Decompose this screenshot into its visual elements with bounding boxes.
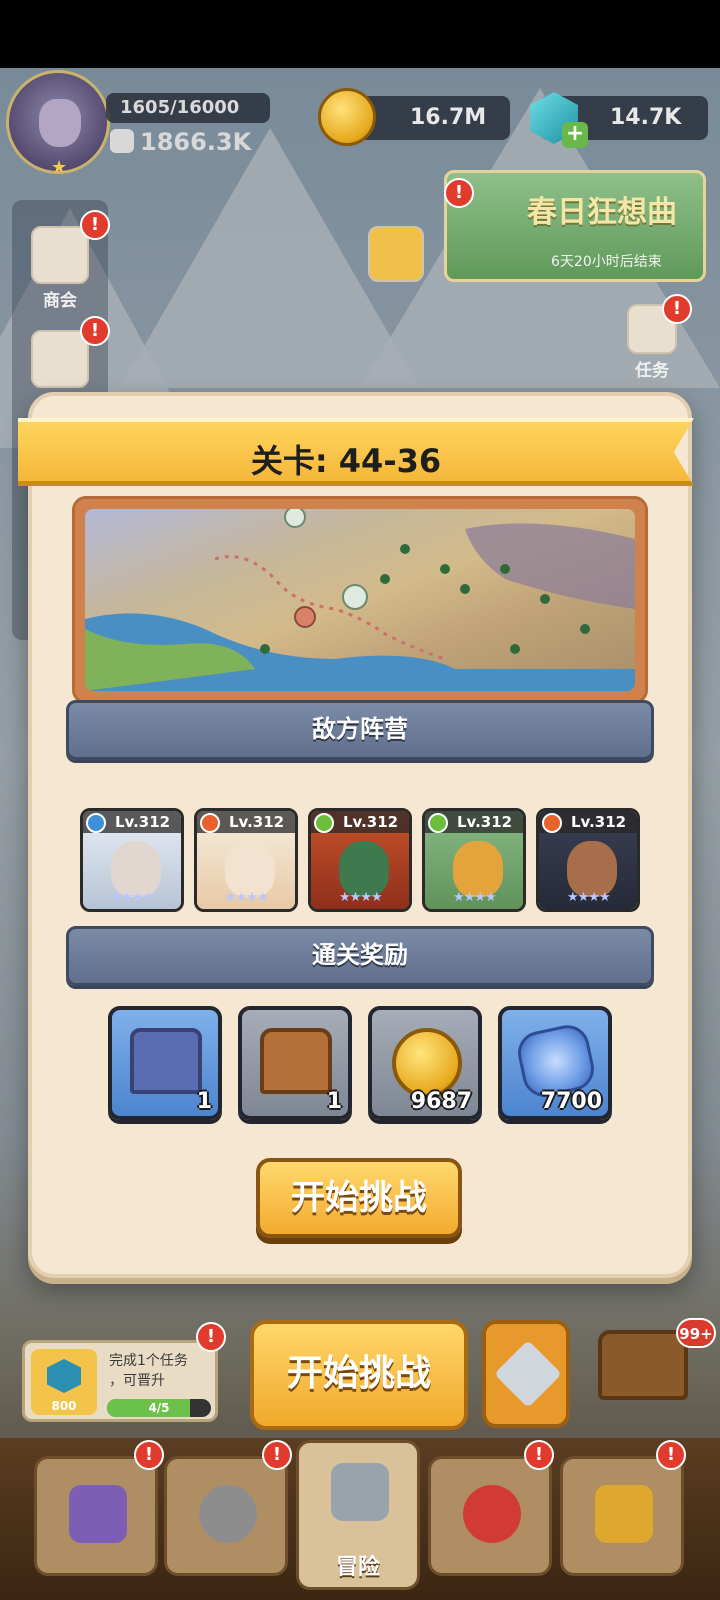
- fist-icon: [110, 129, 134, 153]
- event-title: 春日狂想曲: [527, 195, 677, 230]
- leaf-element-icon: [314, 813, 334, 833]
- leaf-element-icon: [428, 813, 448, 833]
- gold-coin-icon: [318, 88, 376, 146]
- player-avatar[interactable]: ★: [6, 70, 110, 178]
- enemy-hero-5[interactable]: Lv.312 ★★★★: [536, 808, 640, 912]
- quest-reward-icon: 800: [31, 1349, 97, 1415]
- treasure-chest-button[interactable]: [588, 1300, 698, 1410]
- enemy-section-label: 敌方阵营: [312, 715, 408, 743]
- tab-trophy-alert-badge: !: [656, 1440, 686, 1470]
- enemy-hero-2[interactable]: Lv.312 ★★★★: [194, 808, 298, 912]
- reward-section-header: 通关奖励: [66, 926, 654, 986]
- reward-slot-1[interactable]: 1: [108, 1006, 222, 1120]
- enemy-hero-stars: ★★★★: [567, 890, 611, 905]
- tab-adventure[interactable]: 冒险: [296, 1440, 420, 1590]
- reward-quantity: 1: [326, 1089, 342, 1114]
- quest-text: 完成1个任务 ，可晋升: [109, 1351, 188, 1391]
- reward-slot-2[interactable]: 1: [238, 1006, 352, 1120]
- tab-target-alert-badge: !: [524, 1440, 554, 1470]
- chest-count-badge: 99+: [676, 1318, 716, 1348]
- tab-adventure-label: 冒险: [335, 1555, 380, 1580]
- power-value: 1866.3K: [140, 128, 252, 156]
- quest-reward-amount: 800: [51, 1399, 77, 1413]
- reward-slot-4[interactable]: 7700: [498, 1006, 612, 1120]
- reward-quantity: 1: [196, 1089, 212, 1114]
- add-gems-button[interactable]: +: [562, 122, 588, 148]
- enemy-hero-4[interactable]: Lv.312 ★★★★: [422, 808, 526, 912]
- scroll-button[interactable]: [366, 226, 426, 284]
- gold-coin-icon: [392, 1028, 462, 1098]
- gift-box-icon: [31, 330, 89, 388]
- wooden-chest-icon: [260, 1028, 332, 1094]
- tab-heroes[interactable]: [34, 1456, 158, 1576]
- equipment-button[interactable]: [482, 1320, 570, 1428]
- quest-alert-badge: !: [196, 1322, 226, 1352]
- tab-heroes-alert-badge: !: [134, 1440, 164, 1470]
- quest-progress-bar: 4/5: [107, 1399, 211, 1417]
- tab-target[interactable]: [428, 1456, 552, 1576]
- fire-element-icon: [200, 813, 220, 833]
- shop-button[interactable]: 商会: [20, 226, 100, 311]
- enemy-section-header: 敌方阵营: [66, 700, 654, 760]
- crossed-swords-icon: [331, 1463, 389, 1521]
- scroll-icon: [368, 226, 424, 282]
- event-countdown: 6天20小时后结束: [551, 254, 662, 270]
- quest-text-line2: ，可晋升: [109, 1373, 165, 1389]
- trophy-icon: [595, 1485, 653, 1543]
- tab-team-alert-badge: !: [262, 1440, 292, 1470]
- enemy-hero-stars: ★★★★: [111, 890, 155, 905]
- bottom-tab-bar: 冒险: [0, 1438, 720, 1600]
- enemy-hero-stars: ★★★★: [453, 890, 497, 905]
- tasks-label: 任务: [635, 361, 669, 381]
- main-start-challenge-button[interactable]: 开始挑战: [250, 1320, 468, 1430]
- shop-icon: [31, 226, 89, 284]
- quest-card[interactable]: 800 完成1个任务 ，可晋升 4/5: [22, 1340, 218, 1422]
- enemy-hero-stars: ★★★★: [339, 890, 383, 905]
- tab-trophy[interactable]: [560, 1456, 684, 1576]
- level-progress: 1605/16000: [106, 93, 270, 123]
- stage-map-frame: [72, 496, 648, 704]
- shop-alert-badge: !: [80, 210, 110, 240]
- quest-text-line1: 完成1个任务: [109, 1353, 188, 1369]
- tab-team[interactable]: [164, 1456, 288, 1576]
- water-element-icon: [86, 813, 106, 833]
- reward-slot-3[interactable]: 9687: [368, 1006, 482, 1120]
- reward-quantity: 7700: [540, 1089, 602, 1114]
- fire-element-icon: [542, 813, 562, 833]
- treasure-chest-icon: [598, 1330, 688, 1400]
- sword-icon: [494, 1340, 562, 1408]
- quest-progress-text: 4/5: [148, 1401, 170, 1415]
- target-icon: [463, 1485, 521, 1543]
- tasks-alert-badge: !: [662, 294, 692, 324]
- stage-title: 关卡: 44-36: [250, 442, 442, 480]
- start-challenge-button[interactable]: 开始挑战: [256, 1158, 462, 1238]
- banner-icon: [69, 1485, 127, 1543]
- shop-label: 商会: [43, 291, 77, 311]
- title-ribbon: 关卡: 44-36: [18, 418, 694, 486]
- power-display: 1866.3K: [110, 128, 251, 156]
- spring-event-banner[interactable]: 春日狂想曲 6天20小时后结束: [444, 170, 706, 282]
- elite-alert-badge: !: [80, 316, 110, 346]
- helmet-icon: [199, 1485, 257, 1543]
- reward-section-label: 通关奖励: [312, 941, 408, 969]
- enemy-hero-1[interactable]: Lv.312 ★★★★: [80, 808, 184, 912]
- reward-quantity: 9687: [410, 1089, 472, 1114]
- blue-chest-icon: [130, 1028, 202, 1094]
- enemy-hero-stars: ★★★★: [225, 890, 269, 905]
- enemy-hero-3[interactable]: Lv.312 ★★★★: [308, 808, 412, 912]
- stage-map: [85, 509, 635, 691]
- event-alert-badge: !: [444, 178, 474, 208]
